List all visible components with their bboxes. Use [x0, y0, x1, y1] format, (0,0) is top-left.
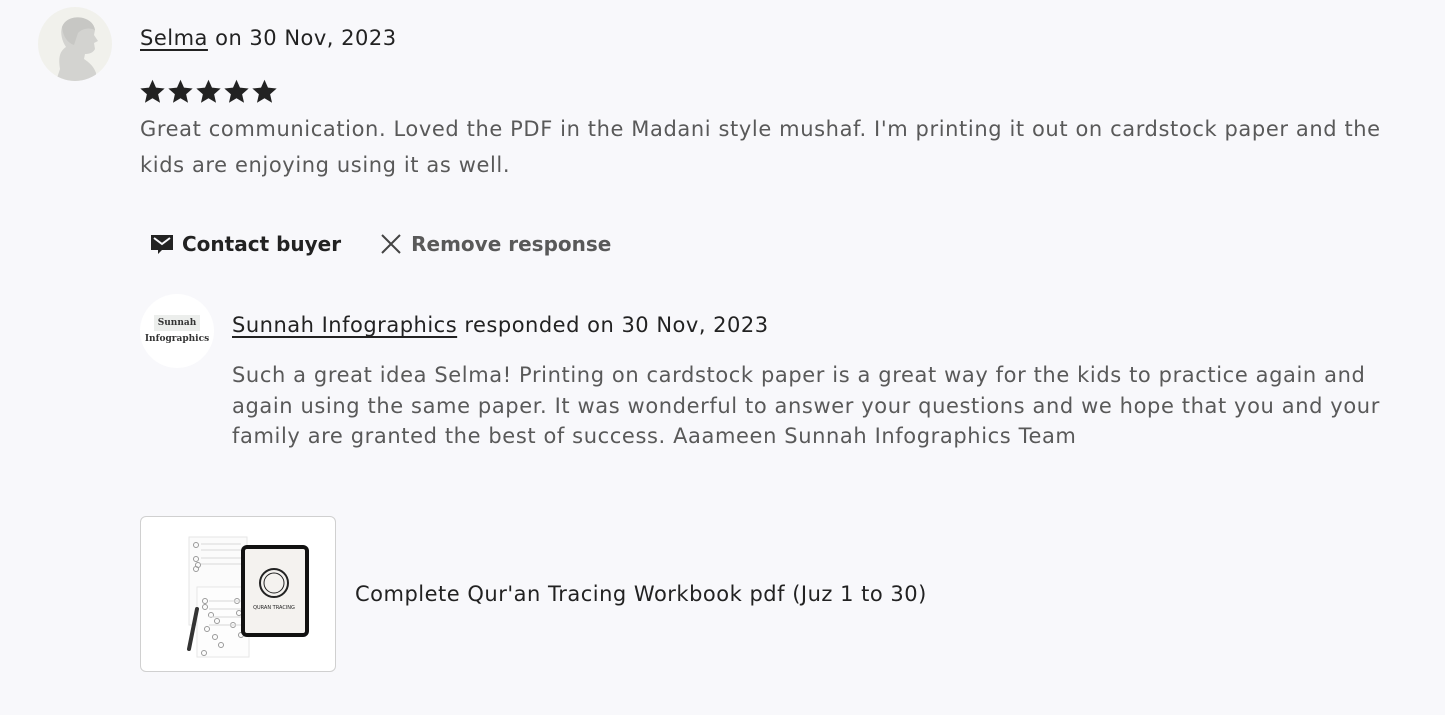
- reviewer-avatar[interactable]: [38, 7, 112, 81]
- product-title[interactable]: Complete Qur'an Tracing Workbook pdf (Ju…: [355, 582, 927, 606]
- review-date: on 30 Nov, 2023: [207, 26, 397, 50]
- contact-buyer-button[interactable]: Contact buyer: [150, 232, 341, 256]
- shop-name-link[interactable]: Sunnah Infographics: [232, 313, 457, 337]
- message-icon: [151, 235, 173, 254]
- product-image-caption: QURAN TRACING: [253, 605, 295, 611]
- review-header: Selma on 30 Nov, 2023: [140, 26, 397, 50]
- star-icon: [196, 79, 221, 103]
- person-silhouette-icon: [56, 17, 98, 81]
- contact-buyer-label: Contact buyer: [182, 232, 342, 256]
- star-rating: [139, 78, 278, 105]
- reviewer-name-link[interactable]: Selma: [140, 26, 208, 50]
- review-actions: Contact buyer Remove response: [150, 232, 611, 256]
- shop-logo-line2: Infographics: [144, 334, 210, 344]
- close-icon: [381, 234, 401, 254]
- star-icon: [224, 79, 249, 103]
- shop-logo-line1: Sunnah: [153, 315, 201, 331]
- response-header: Sunnah Infographics responded on 30 Nov,…: [232, 313, 769, 337]
- response-text: Such a great idea Selma! Printing on car…: [232, 363, 1380, 448]
- star-icon: [168, 79, 193, 103]
- remove-response-button[interactable]: Remove response: [379, 232, 611, 256]
- remove-response-label: Remove response: [411, 232, 612, 256]
- star-icon: [252, 79, 277, 103]
- review-text: Great communication. Loved the PDF in th…: [140, 117, 1381, 177]
- product-thumbnail[interactable]: QURAN TRACING: [140, 516, 336, 672]
- product-image: QURAN TRACING: [187, 536, 309, 658]
- shop-logo[interactable]: Sunnah Infographics: [140, 294, 214, 368]
- star-icon: [140, 79, 165, 103]
- response-date: responded on 30 Nov, 2023: [457, 313, 769, 337]
